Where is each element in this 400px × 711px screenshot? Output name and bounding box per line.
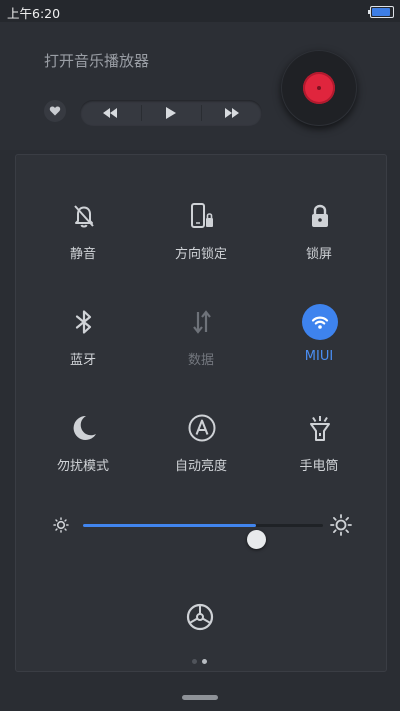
- tile-do-not-disturb[interactable]: 勿扰模式: [23, 413, 143, 513]
- open-music-player-link[interactable]: 打开音乐播放器: [44, 50, 149, 71]
- status-bar: 上午6:20: [0, 0, 400, 22]
- brightness-fill: [83, 524, 256, 527]
- tile-label: 勿扰模式: [56, 459, 109, 474]
- brightness-high-icon: [330, 514, 352, 536]
- next-icon: [225, 108, 239, 118]
- page-dot: [192, 659, 197, 664]
- moon-icon: [69, 413, 99, 443]
- tile-label: MIUI: [304, 349, 334, 364]
- tile-bluetooth[interactable]: 蓝牙: [23, 307, 143, 407]
- tile-auto-brightness[interactable]: 自动亮度: [141, 413, 261, 513]
- tile-label: 静音: [69, 247, 96, 262]
- tile-label: 锁屏: [305, 247, 332, 262]
- wifi-icon: [302, 304, 338, 340]
- flashlight-icon: [305, 413, 335, 443]
- brightness-low-icon: [53, 517, 69, 533]
- brightness-track[interactable]: [83, 524, 323, 549]
- play-icon: [166, 107, 176, 119]
- page-dot: [202, 659, 207, 664]
- brightness-slider: [16, 510, 386, 549]
- previous-button[interactable]: [80, 100, 140, 126]
- settings-wheel-icon: [186, 603, 214, 631]
- drag-handle[interactable]: [182, 695, 218, 700]
- tile-label: 手电筒: [299, 459, 339, 474]
- quick-settings-panel: 静音 方向锁定 锁屏 蓝牙 数据 MIUI 勿扰模式 自动亮度 手电筒: [15, 154, 387, 672]
- rotation-lock-icon: [187, 201, 217, 231]
- bluetooth-icon: [69, 307, 99, 337]
- battery-level: [372, 8, 390, 16]
- tile-label: 蓝牙: [69, 353, 96, 368]
- battery-icon: [368, 6, 394, 18]
- bell-off-icon: [69, 201, 99, 231]
- playback-controls: [80, 100, 262, 126]
- status-time: 上午6:20: [7, 6, 61, 21]
- lock-icon: [305, 201, 335, 231]
- next-button[interactable]: [202, 100, 262, 126]
- tile-label: 方向锁定: [174, 247, 227, 262]
- tile-rotation-lock[interactable]: 方向锁定: [141, 201, 261, 301]
- tile-label: 自动亮度: [174, 459, 227, 474]
- page-indicator: [192, 659, 212, 665]
- previous-icon: [103, 108, 117, 118]
- tile-flashlight[interactable]: 手电筒: [259, 413, 379, 513]
- disc-hole: [317, 86, 321, 90]
- auto-brightness-icon: [187, 413, 217, 443]
- music-player: 打开音乐播放器: [0, 22, 400, 150]
- data-arrows-icon: [187, 307, 217, 337]
- tile-data[interactable]: 数据: [141, 307, 261, 407]
- tile-wifi[interactable]: MIUI: [259, 304, 379, 407]
- brightness-thumb[interactable]: [246, 530, 266, 549]
- like-button[interactable]: [44, 100, 66, 122]
- tile-label: 数据: [187, 353, 214, 368]
- settings-button[interactable]: [185, 602, 215, 632]
- heart-icon: [49, 106, 61, 116]
- vinyl-disc[interactable]: [281, 50, 357, 126]
- tile-lock-screen[interactable]: 锁屏: [259, 201, 379, 301]
- tile-silent[interactable]: 静音: [23, 201, 143, 301]
- play-button[interactable]: [141, 100, 201, 126]
